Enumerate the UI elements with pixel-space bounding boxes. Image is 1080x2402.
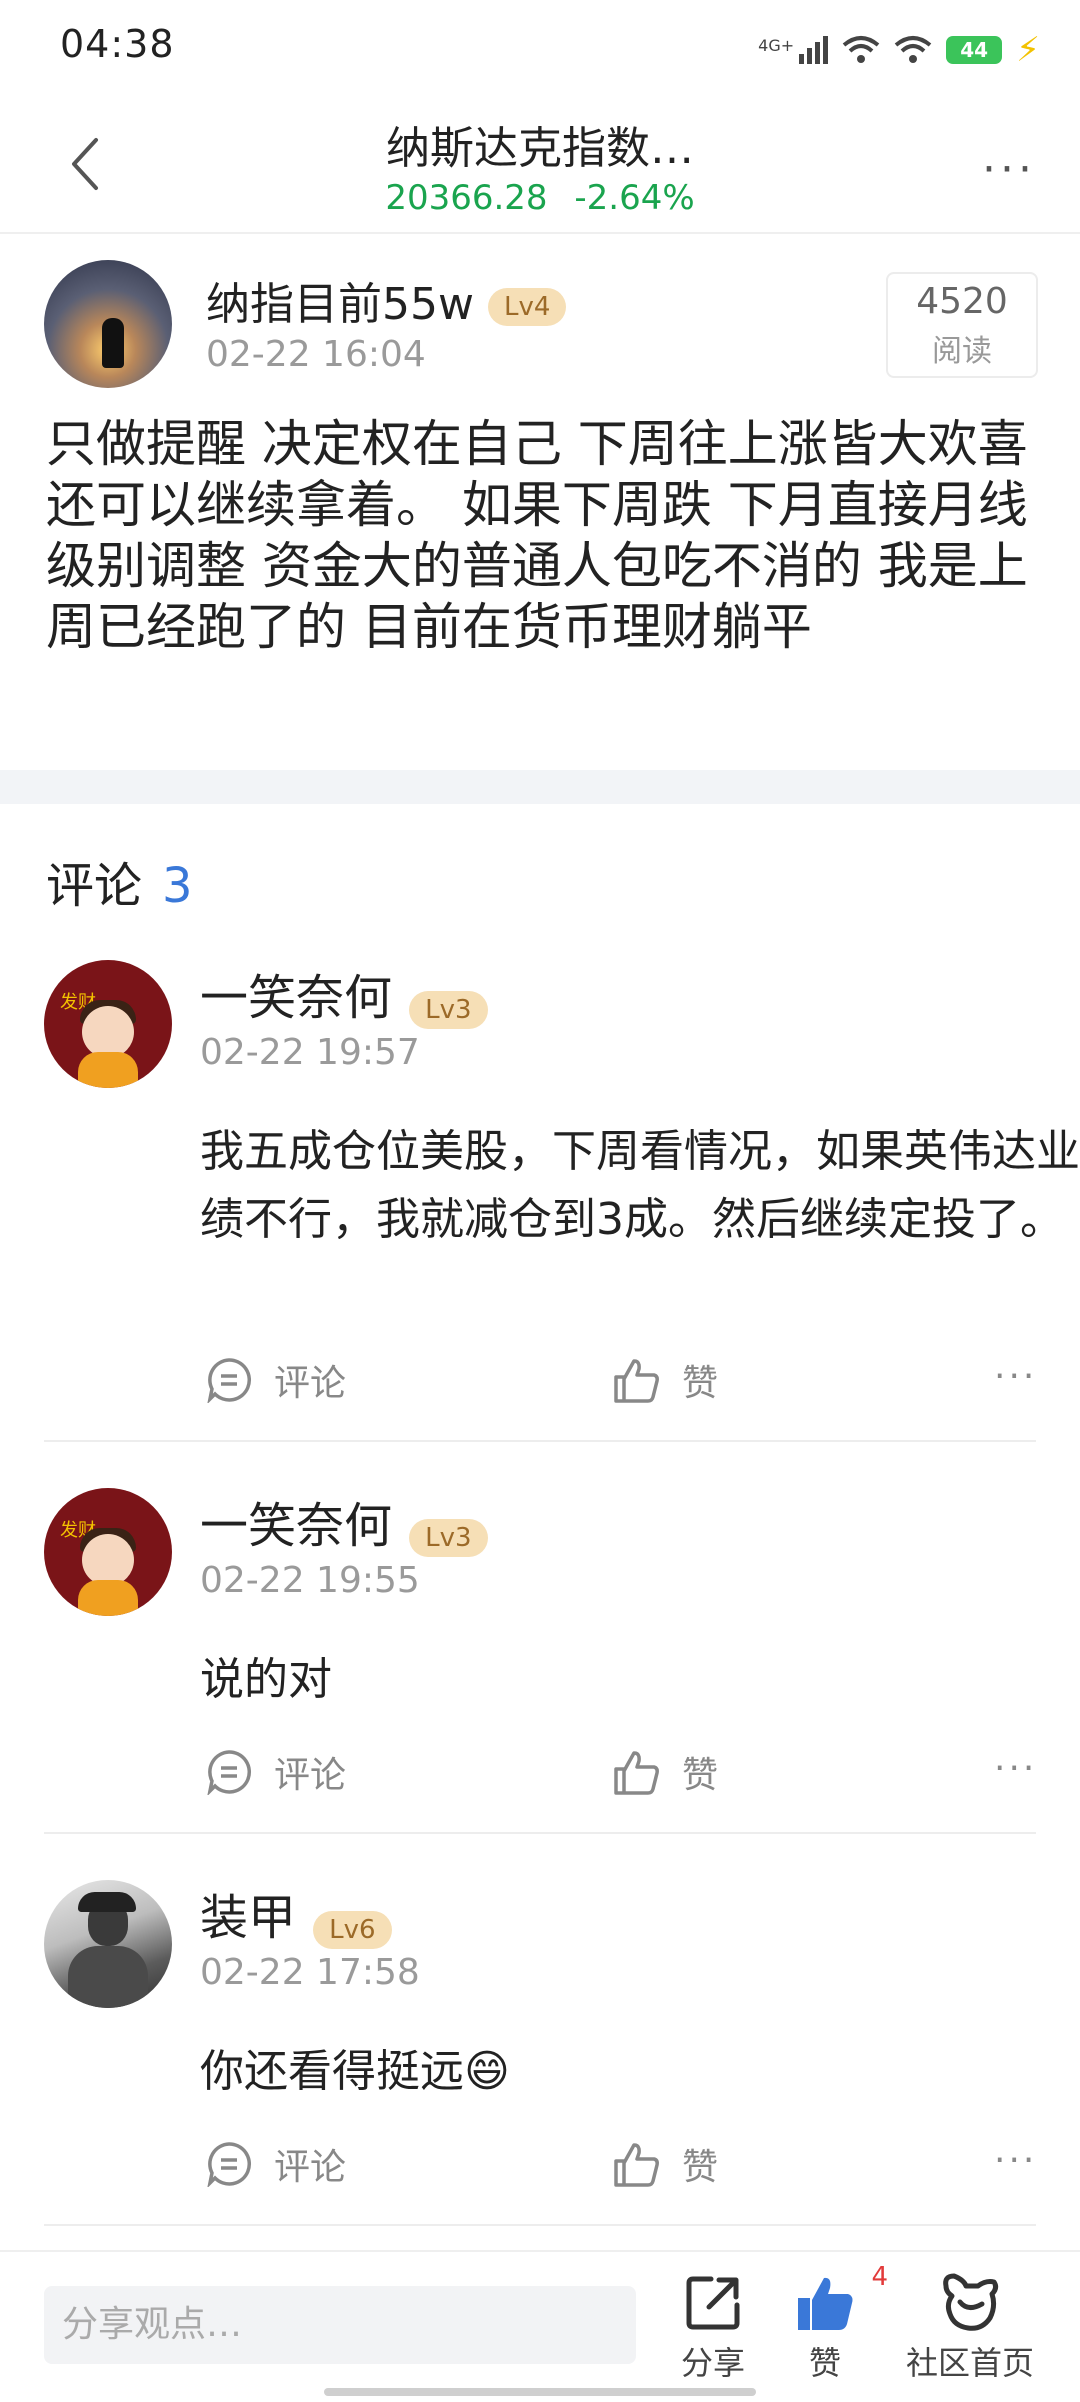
author-name[interactable]: 纳指目前55w [206, 279, 474, 330]
views-box: 4520 阅读 [886, 272, 1038, 378]
page-title: 纳斯达克指数… [386, 123, 694, 174]
level-badge: Lv6 [313, 1910, 392, 1949]
reply-button[interactable]: 评论 [206, 1354, 346, 1406]
wifi-icon-2 [894, 36, 932, 63]
comments-count: 3 [162, 858, 193, 914]
commenter-avatar[interactable] [44, 1880, 172, 2008]
comment-icon [207, 2142, 252, 2187]
comment-date: 02-22 17:58 [200, 1952, 420, 1993]
index-price: 20366.28 [385, 178, 548, 218]
like-count-badge: 4 [871, 2262, 888, 2292]
thumbs-up-icon [614, 2143, 659, 2187]
share-button[interactable]: 分享 [668, 2268, 758, 2384]
home-indicator[interactable] [324, 2388, 756, 2396]
comment-more-icon[interactable]: ··· [994, 1356, 1037, 1397]
commenter-avatar[interactable]: 发财 [44, 960, 172, 1088]
reply-label: 评论 [274, 1363, 347, 1404]
reply-button[interactable]: 评论 [206, 2138, 346, 2190]
charging-icon: ⚡ [1016, 30, 1040, 70]
network-type: 4G+ [758, 36, 795, 55]
post-body: 只做提醒 决定权在自己 下周往上涨皆大欢喜 还可以继续拿着。 如果下周跌 下月直… [46, 415, 1028, 656]
comment-text: 说的对 [200, 1654, 332, 1705]
comment-author[interactable]: 一笑奈何 Lv3 [200, 958, 488, 1029]
like-label: 赞 [682, 2147, 719, 2188]
reply-label: 评论 [274, 2147, 347, 2188]
wifi-icon [842, 36, 880, 63]
index-quote: 20366.28 -2.64% [200, 178, 880, 218]
level-badge: Lv3 [409, 990, 488, 1029]
comment-more-icon[interactable]: ··· [994, 2140, 1037, 2181]
comments-label: 评论 [46, 858, 143, 914]
like-post-label: 赞 [808, 2344, 841, 2382]
battery-icon: 44 [946, 36, 1003, 64]
comment-divider [44, 1440, 1036, 1442]
thumbs-up-filled-icon [798, 2277, 853, 2330]
back-icon[interactable] [66, 134, 106, 194]
commenter-name[interactable]: 一笑奈何 [200, 970, 392, 1026]
signal-icon: 4G+ [758, 36, 829, 64]
post-date: 02-22 16:04 [206, 334, 426, 375]
share-label: 分享 [680, 2344, 745, 2382]
community-home-label: 社区首页 [905, 2344, 1034, 2382]
level-badge: Lv3 [409, 1518, 488, 1557]
commenter-name[interactable]: 装甲 [200, 1890, 296, 1946]
bull-icon [943, 2273, 999, 2331]
views-count: 4520 [916, 280, 1008, 322]
share-icon [686, 2276, 740, 2330]
comment-author[interactable]: 一笑奈何 Lv3 [200, 1486, 488, 1557]
reply-button[interactable]: 评论 [206, 1746, 346, 1798]
more-icon[interactable]: ··· [982, 148, 1036, 192]
reply-label: 评论 [274, 1755, 347, 1796]
comment-divider [44, 2224, 1036, 2226]
thumbs-up-icon [614, 1751, 659, 1795]
comment-divider [44, 1832, 1036, 1834]
status-icons: 4G+ 44 ⚡ [758, 30, 1040, 70]
comment-date: 02-22 19:57 [200, 1032, 420, 1073]
level-badge: Lv4 [487, 288, 567, 326]
community-home-button[interactable]: 社区首页 [900, 2268, 1040, 2384]
status-time: 04:38 [60, 22, 175, 66]
post-author[interactable]: 纳指目前55w Lv4 [206, 268, 567, 332]
comment-date: 02-22 19:55 [200, 1560, 420, 1601]
comments-header: 评论 3 [46, 846, 193, 916]
like-label: 赞 [682, 1363, 719, 1404]
commenter-name[interactable]: 一笑奈何 [200, 1498, 392, 1554]
comment-author[interactable]: 装甲 Lv6 [200, 1878, 392, 1949]
like-button[interactable]: 赞 [612, 1354, 718, 1406]
author-avatar[interactable] [44, 260, 172, 388]
nav-divider [0, 232, 1080, 234]
commenter-avatar[interactable]: 发财 [44, 1488, 172, 1616]
like-label: 赞 [682, 1755, 719, 1796]
comment-text: 你还看得挺远😄 [200, 2046, 510, 2097]
index-change: -2.64% [574, 178, 695, 218]
thumbs-up-icon [614, 1359, 659, 1403]
section-separator [0, 770, 1080, 804]
comment-icon [207, 1750, 252, 1795]
like-button[interactable]: 赞 [612, 2138, 718, 2190]
like-post-button[interactable]: 4 赞 [780, 2262, 888, 2384]
comment-text: 我五成仓位美股，下周看情况，如果英伟达业绩不行，我就减仓到3成。然后继续定投了。 [200, 1126, 1080, 1245]
comment-icon [207, 1358, 252, 1403]
comment-input[interactable]: 分享观点… [44, 2286, 636, 2364]
views-label: 阅读 [932, 333, 992, 369]
comment-more-icon[interactable]: ··· [994, 1748, 1037, 1789]
like-button[interactable]: 赞 [612, 1746, 718, 1798]
